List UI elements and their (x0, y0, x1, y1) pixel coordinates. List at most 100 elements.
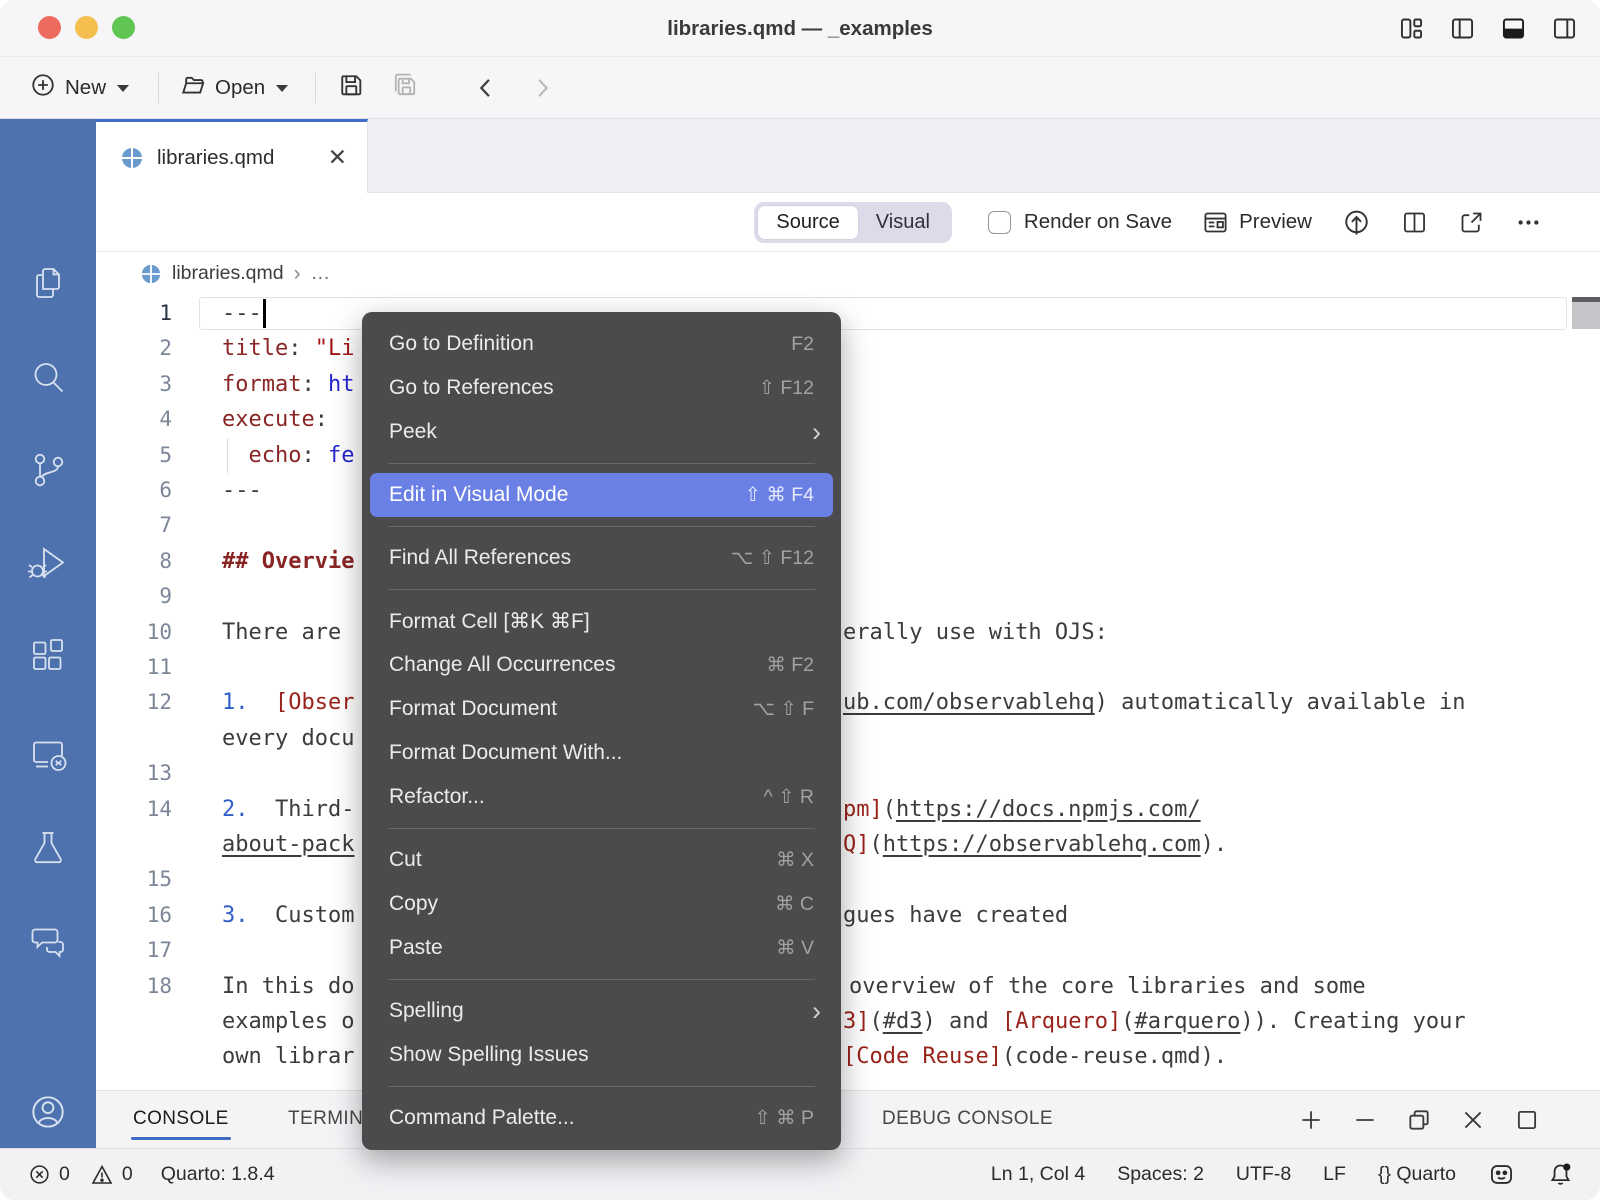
panel-tab-console[interactable]: CONSOLE (133, 1108, 229, 1130)
sidebar-item-extensions[interactable] (0, 633, 96, 679)
new-dropdown-caret-icon (117, 85, 129, 92)
code-row[interactable]: own librar[Code Reuse](code-reuse.qmd). (96, 1039, 1600, 1074)
code-row[interactable]: 10There are erally use with OJS: (96, 615, 1600, 650)
code-row[interactable]: 17 (96, 933, 1600, 968)
editor-scrollbar[interactable] (1572, 302, 1600, 329)
debug-icon (25, 540, 71, 586)
menu-item-edit-in-visual-mode[interactable]: Edit in Visual Mode⇧ ⌘ F4 (370, 473, 833, 517)
code-row[interactable]: 9 (96, 579, 1600, 614)
panel-maximize-button[interactable] (1514, 1107, 1540, 1133)
panel-close-button[interactable] (1460, 1107, 1486, 1133)
toggle-secondary-sidebar-icon[interactable] (1551, 15, 1578, 42)
menu-item-show-spelling-issues[interactable]: Show Spelling Issues (362, 1033, 841, 1077)
menu-item-go-to-references[interactable]: Go to References⇧ F12 (362, 366, 841, 410)
toggle-primary-sidebar-icon[interactable] (1449, 15, 1476, 42)
menu-item-format-document-with[interactable]: Format Document With... (362, 731, 841, 775)
menu-item-change-all-occurrences[interactable]: Change All Occurrences⌘ F2 (362, 643, 841, 687)
panel-minimize-button[interactable] (1352, 1107, 1378, 1133)
panel-restore-button[interactable] (1406, 1107, 1432, 1133)
status-item-ln-1-col-4[interactable]: Ln 1, Col 4 (991, 1163, 1085, 1186)
customize-layout-icon[interactable] (1398, 15, 1425, 42)
menu-item-cut[interactable]: Cut⌘ X (362, 838, 841, 882)
code-row[interactable]: 4execute: (96, 402, 1600, 437)
tab-visual-mode[interactable]: Visual (858, 206, 948, 239)
notifications-button[interactable] (1547, 1161, 1574, 1188)
menu-item-paste[interactable]: Paste⌘ V (362, 926, 841, 970)
code-row[interactable]: 3format: ht (96, 367, 1600, 402)
tab-source-mode[interactable]: Source (758, 206, 857, 239)
sidebar-item-source-control[interactable] (0, 447, 96, 493)
code-row[interactable]: 5 echo: fe (96, 438, 1600, 473)
problems-indicator[interactable]: 0 0 (28, 1163, 133, 1187)
menu-item-go-to-definition[interactable]: Go to DefinitionF2 (362, 322, 841, 366)
sidebar-item-search[interactable] (0, 355, 96, 401)
quarto-version[interactable]: Quarto: 1.8.4 (161, 1163, 275, 1186)
code-row[interactable]: 163. Customgues have created (96, 898, 1600, 933)
more-actions-button[interactable] (1515, 209, 1542, 236)
editor-code-area[interactable]: 1---2title: "Li3format: ht4execute:5 ech… (96, 295, 1600, 1090)
status-item-utf-8[interactable]: UTF-8 (1236, 1163, 1291, 1186)
forward-button[interactable] (528, 57, 556, 119)
menu-item-spelling[interactable]: Spelling› (362, 989, 841, 1033)
breadcrumb-ellipsis[interactable]: … (311, 262, 331, 285)
split-editor-button[interactable] (1401, 209, 1428, 236)
menu-divider (388, 979, 815, 980)
preview-icon (1202, 209, 1229, 236)
render-on-save-checkbox[interactable] (988, 211, 1011, 234)
open-button[interactable]: Open (178, 57, 288, 119)
code-row[interactable]: 8## Overvie (96, 544, 1600, 579)
bottom-panel: CONSOLETERMINALDEBUG CONSOLE (96, 1090, 1600, 1148)
sidebar-item-sessions[interactable] (0, 731, 96, 777)
code-row[interactable]: 142. Third-pm](https://docs.npmjs.com/ (96, 792, 1600, 827)
code-row[interactable]: about-packQ](https://observablehq.com). (96, 827, 1600, 862)
menu-item-refactor[interactable]: Refactor...^ ⇧ R (362, 775, 841, 819)
quarto-icon (120, 146, 144, 170)
code-row[interactable]: every docu (96, 721, 1600, 756)
tab-libraries-qmd[interactable]: libraries.qmd ✕ (96, 119, 368, 193)
sidebar-item-run-debug[interactable] (0, 540, 96, 586)
new-button[interactable]: New (30, 57, 129, 119)
code-row[interactable]: 1--- (96, 296, 1600, 331)
warning-count: 0 (122, 1163, 133, 1186)
menu-item-format-document[interactable]: Format Document⌥ ⇧ F (362, 687, 841, 731)
breadcrumb-file[interactable]: libraries.qmd (172, 262, 284, 285)
status-item-lf[interactable]: LF (1323, 1163, 1346, 1186)
sidebar-item-account[interactable] (0, 1087, 96, 1137)
status-item-spaces-2[interactable]: Spaces: 2 (1117, 1163, 1204, 1186)
code-row[interactable]: 13 (96, 756, 1600, 791)
feedback-smiley-icon (1488, 1161, 1515, 1188)
code-row[interactable]: 11 (96, 650, 1600, 685)
save-all-button[interactable] (390, 57, 420, 119)
publish-button[interactable] (1342, 208, 1371, 237)
menu-item-find-all-references[interactable]: Find All References⌥ ⇧ F12 (362, 536, 841, 580)
code-row[interactable]: 6--- (96, 473, 1600, 508)
panel-new-button[interactable] (1298, 1107, 1324, 1133)
code-row[interactable]: 7 (96, 508, 1600, 543)
preview-label: Preview (1239, 210, 1312, 234)
code-row[interactable]: 15 (96, 862, 1600, 897)
menu-item-copy[interactable]: Copy⌘ C (362, 882, 841, 926)
code-row[interactable]: 121. [Obserub.com/observablehq) automati… (96, 685, 1600, 720)
feedback-button[interactable] (1488, 1161, 1515, 1188)
menu-item-command-palette[interactable]: Command Palette...⇧ ⌘ P (362, 1096, 841, 1140)
code-row[interactable]: examples o3](#d3) and [Arquero](#arquero… (96, 1004, 1600, 1039)
code-row[interactable]: 18In this dooverview of the core librari… (96, 969, 1600, 1004)
bell-icon (1547, 1161, 1574, 1188)
code-row[interactable]: 2title: "Li (96, 331, 1600, 366)
sidebar-item-testing[interactable] (0, 825, 96, 871)
back-button[interactable] (472, 57, 500, 119)
sidebar-item-comments[interactable] (0, 919, 96, 965)
save-button[interactable] (337, 57, 365, 119)
open-in-new-window-button[interactable] (1458, 209, 1485, 236)
preview-button[interactable]: Preview (1202, 209, 1312, 236)
open-label: Open (215, 76, 265, 100)
errors-icon (28, 1163, 51, 1186)
menu-item-format-cell-k-f[interactable]: Format Cell [⌘K ⌘F] (362, 599, 841, 643)
toggle-panel-icon[interactable] (1500, 15, 1527, 42)
sidebar-item-explorer[interactable] (0, 261, 96, 307)
tab-close-icon[interactable]: ✕ (328, 146, 347, 169)
panel-tab-debug-console[interactable]: DEBUG CONSOLE (882, 1108, 1053, 1130)
extensions-icon (25, 633, 71, 679)
menu-item-peek[interactable]: Peek› (362, 410, 841, 454)
status-item-quarto[interactable]: {} Quarto (1378, 1163, 1456, 1186)
